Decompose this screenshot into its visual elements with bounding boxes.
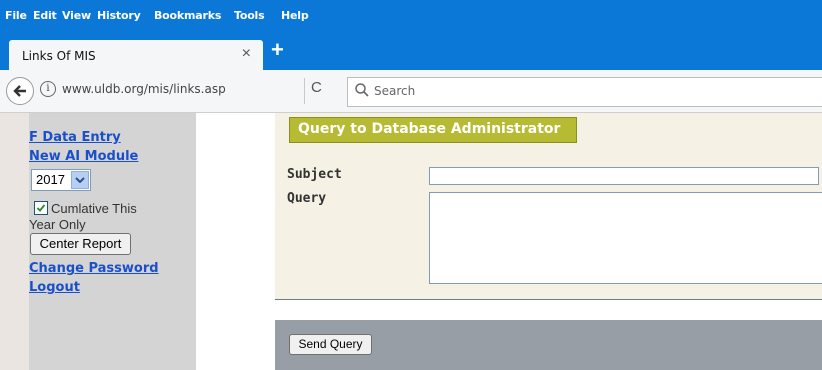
send-bar: Send Query <box>275 320 822 370</box>
menu-bookmarks[interactable]: Bookmarks <box>154 9 221 22</box>
new-tab-button[interactable]: + <box>271 39 284 61</box>
url-divider <box>304 78 305 104</box>
cumulative-checkbox[interactable] <box>34 201 48 215</box>
url-bar[interactable]: www.uldb.org/mis/links.asp <box>62 82 226 96</box>
reload-icon[interactable]: C <box>311 79 322 96</box>
query-textarea[interactable] <box>429 192 822 284</box>
tab-links-of-mis[interactable]: Links Of MIS × <box>9 40 263 70</box>
form-title: Query to Database Administrator <box>298 121 561 137</box>
year-select[interactable]: 2017 <box>31 169 91 191</box>
subject-input[interactable] <box>429 167 819 185</box>
menu-view[interactable]: View <box>62 9 91 22</box>
menu-edit[interactable]: Edit <box>33 9 57 22</box>
query-label: Query <box>287 191 327 206</box>
form-title-banner: Query to Database Administrator <box>289 117 577 143</box>
link-f-data-entry[interactable]: F Data Entry <box>29 130 121 145</box>
back-button[interactable] <box>6 77 34 105</box>
cumulative-label: Cumlative This <box>51 201 137 216</box>
year-select-value: 2017 <box>36 172 65 187</box>
search-icon <box>355 83 369 97</box>
info-icon[interactable]: i <box>40 81 56 97</box>
navigation-bar: i www.uldb.org/mis/links.asp C Search <box>0 70 822 113</box>
tab-strip: Links Of MIS × + <box>0 30 822 70</box>
back-arrow-icon <box>13 85 26 97</box>
menu-bar: File Edit View History Bookmarks Tools H… <box>0 0 822 30</box>
dropdown-arrow[interactable] <box>71 171 89 189</box>
menu-file[interactable]: File <box>5 9 27 22</box>
form-divider <box>275 299 822 300</box>
search-placeholder: Search <box>374 84 416 98</box>
link-new-ai-module[interactable]: New AI Module <box>29 149 138 164</box>
menu-tools[interactable]: Tools <box>234 9 265 22</box>
menu-history[interactable]: History <box>97 9 141 22</box>
tab-title: Links Of MIS <box>22 49 96 63</box>
close-icon[interactable]: × <box>242 45 251 63</box>
left-margin <box>0 113 29 370</box>
page-content: F Data Entry New AI Module 2017 Cumlativ… <box>0 113 822 370</box>
search-input[interactable]: Search <box>347 77 822 107</box>
checkmark-icon <box>36 204 46 212</box>
center-report-button[interactable]: Center Report <box>30 233 131 255</box>
chevron-down-icon <box>75 177 85 183</box>
link-logout[interactable]: Logout <box>29 280 80 295</box>
send-query-button[interactable]: Send Query <box>289 334 372 355</box>
menu-help[interactable]: Help <box>281 9 309 22</box>
link-change-password[interactable]: Change Password <box>29 261 159 276</box>
cumulative-label-line2: Year Only <box>29 217 86 232</box>
subject-label: Subject <box>287 167 342 182</box>
sidebar: F Data Entry New AI Module 2017 Cumlativ… <box>29 113 196 370</box>
